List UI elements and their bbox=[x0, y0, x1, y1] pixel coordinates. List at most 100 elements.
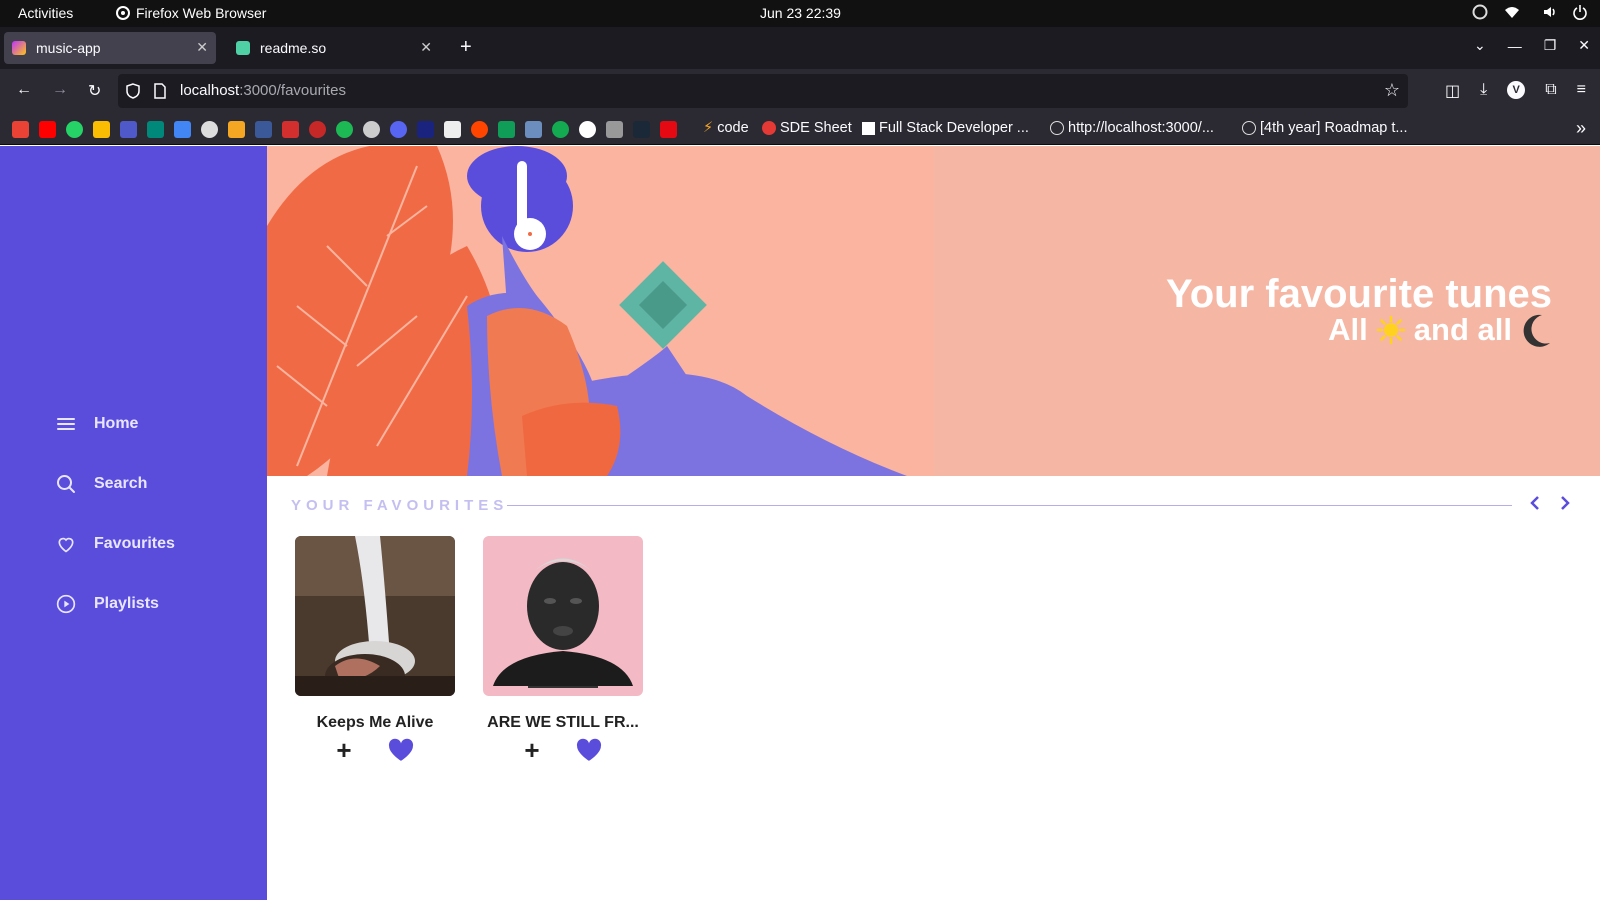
github-icon[interactable] bbox=[201, 121, 218, 138]
mongodb-icon[interactable] bbox=[552, 121, 569, 138]
vercel-icon[interactable] bbox=[579, 121, 596, 138]
globe-icon[interactable] bbox=[363, 121, 380, 138]
add-to-playlist-icon[interactable]: + bbox=[524, 737, 539, 763]
bookmark-localhost[interactable]: http://localhost:3000/... bbox=[1050, 120, 1214, 136]
power-icon[interactable] bbox=[1572, 4, 1588, 20]
url-bar[interactable]: localhost:3000/favourites ☆ bbox=[118, 74, 1408, 108]
stack-icon[interactable] bbox=[606, 121, 623, 138]
forward-icon[interactable]: → bbox=[52, 81, 68, 99]
system-top-bar: Activities Firefox Web Browser Jun 23 22… bbox=[0, 0, 1600, 27]
docs-icon[interactable] bbox=[174, 121, 191, 138]
youtube-icon[interactable] bbox=[39, 121, 56, 138]
pen-icon[interactable] bbox=[525, 121, 542, 138]
album-cover[interactable] bbox=[295, 536, 455, 696]
pt-icon[interactable] bbox=[255, 121, 272, 138]
wifi-icon[interactable] bbox=[1502, 4, 1528, 20]
meet-icon[interactable] bbox=[147, 121, 164, 138]
sidebar-item-home[interactable]: Home bbox=[56, 414, 138, 434]
extensions-icon[interactable]: ⧉ bbox=[1545, 81, 1556, 101]
close-tab-icon[interactable]: ✕ bbox=[196, 39, 208, 56]
dh-icon[interactable] bbox=[417, 121, 434, 138]
steam-tray-icon[interactable] bbox=[1472, 4, 1488, 20]
more-bookmarks-icon[interactable]: » bbox=[1576, 118, 1586, 139]
favourites-header: YOUR FAVOURITES bbox=[291, 497, 508, 514]
song-actions: + bbox=[295, 737, 455, 763]
chevron-left-icon[interactable] bbox=[1529, 495, 1541, 511]
vite-favicon-icon bbox=[12, 41, 26, 55]
speedtest-icon[interactable] bbox=[309, 121, 326, 138]
url-path: :3000/favourites bbox=[239, 82, 346, 99]
menu-icon bbox=[57, 418, 75, 430]
add-to-playlist-icon[interactable]: + bbox=[336, 737, 351, 763]
downloads-icon[interactable]: ⤓ bbox=[1480, 81, 1487, 101]
tuf-icon bbox=[762, 121, 776, 135]
bookmark-label: [4th year] Roadmap t... bbox=[1260, 120, 1408, 136]
song-title: ARE WE STILL FR... bbox=[487, 714, 639, 731]
close-window-icon[interactable]: ✕ bbox=[1578, 37, 1590, 54]
song-card[interactable]: ARE WE STILL FR... + bbox=[483, 536, 643, 763]
album-cover[interactable] bbox=[483, 536, 643, 696]
hero-title: Your favourite tunes bbox=[1166, 272, 1552, 316]
whatsapp-icon[interactable] bbox=[66, 121, 83, 138]
app-menu[interactable]: Firefox Web Browser bbox=[116, 5, 266, 21]
clock[interactable]: Jun 23 22:39 bbox=[760, 5, 841, 21]
page-icon[interactable] bbox=[154, 83, 166, 99]
song-card[interactable]: Keeps Me Alive + bbox=[295, 536, 455, 763]
moon-icon bbox=[1523, 314, 1550, 347]
steam-icon[interactable] bbox=[633, 121, 650, 138]
tab-readme-so[interactable]: readme.so ✕ bbox=[228, 32, 440, 64]
drive-icon[interactable] bbox=[93, 121, 110, 138]
pocket-icon[interactable]: ◫ bbox=[1445, 81, 1460, 101]
volume-icon[interactable] bbox=[1542, 4, 1558, 20]
bookmark-sde-sheet[interactable]: SDE Sheet bbox=[762, 120, 852, 136]
heart-icon bbox=[58, 537, 74, 553]
reload-icon[interactable]: ↻ bbox=[88, 81, 101, 101]
sidebar-item-label: Playlists bbox=[94, 595, 159, 612]
sidebar-item-playlists[interactable]: Playlists bbox=[56, 594, 159, 614]
netflix-icon[interactable] bbox=[660, 121, 677, 138]
close-tab-icon[interactable]: ✕ bbox=[420, 39, 432, 56]
list-all-tabs-icon[interactable]: ⌄ bbox=[1474, 37, 1486, 54]
activities-button[interactable]: Activities bbox=[18, 5, 73, 21]
bookmarks-bar: ⚡ code SDE Sheet Full Stack Developer ...… bbox=[0, 113, 1600, 145]
globe-icon bbox=[1242, 121, 1256, 135]
shield-bookmark-icon[interactable] bbox=[282, 121, 299, 138]
back-icon[interactable]: ← bbox=[16, 81, 32, 99]
heart-filled-icon[interactable] bbox=[576, 738, 602, 762]
stackoverflow-icon[interactable] bbox=[228, 121, 245, 138]
system-tray[interactable] bbox=[1472, 4, 1588, 20]
tab-music-app[interactable]: music-app ✕ bbox=[4, 32, 216, 64]
teams-icon[interactable] bbox=[120, 121, 137, 138]
song-title: Keeps Me Alive bbox=[316, 714, 434, 731]
sidebar-item-search[interactable]: Search bbox=[56, 474, 147, 494]
bookmark-full-stack[interactable]: Full Stack Developer ... bbox=[862, 120, 1029, 136]
hero-banner: Your favourite tunes All and all bbox=[267, 146, 1600, 476]
bookmark-code[interactable]: ⚡ code bbox=[703, 120, 749, 136]
reddit-icon[interactable] bbox=[471, 121, 488, 138]
menu-hamburger-icon[interactable]: ≡ bbox=[1577, 81, 1586, 101]
calendar-icon[interactable] bbox=[444, 121, 461, 138]
sidebar-item-label: Search bbox=[94, 475, 148, 492]
chevron-right-icon[interactable] bbox=[1559, 495, 1571, 511]
gmail-icon[interactable] bbox=[12, 121, 29, 138]
favourites-heading: YOUR FAVOURITES bbox=[291, 497, 509, 514]
heart-filled-icon[interactable] bbox=[388, 738, 414, 762]
discord-icon[interactable] bbox=[390, 121, 407, 138]
bookmark-star-icon[interactable]: ☆ bbox=[1384, 80, 1400, 101]
account-avatar-icon[interactable]: V bbox=[1507, 81, 1526, 99]
bookmark-roadmap[interactable]: [4th year] Roadmap t... bbox=[1242, 120, 1408, 136]
restore-icon[interactable]: ❐ bbox=[1544, 37, 1557, 54]
sheets-icon[interactable] bbox=[498, 121, 515, 138]
sidebar-item-favourites[interactable]: Favourites bbox=[56, 534, 175, 554]
sun-icon bbox=[1376, 315, 1406, 345]
hero-subtitle-start: All bbox=[1328, 312, 1368, 347]
section-divider bbox=[507, 505, 1512, 506]
play-circle-icon bbox=[56, 594, 76, 614]
search-icon bbox=[57, 475, 75, 493]
shield-icon[interactable] bbox=[126, 83, 140, 99]
spotify-icon[interactable] bbox=[336, 121, 353, 138]
new-tab-button[interactable]: + bbox=[460, 36, 472, 59]
portrait-cover-image bbox=[483, 536, 643, 696]
minimize-icon[interactable]: — bbox=[1508, 38, 1522, 54]
song-actions: + bbox=[483, 737, 643, 763]
